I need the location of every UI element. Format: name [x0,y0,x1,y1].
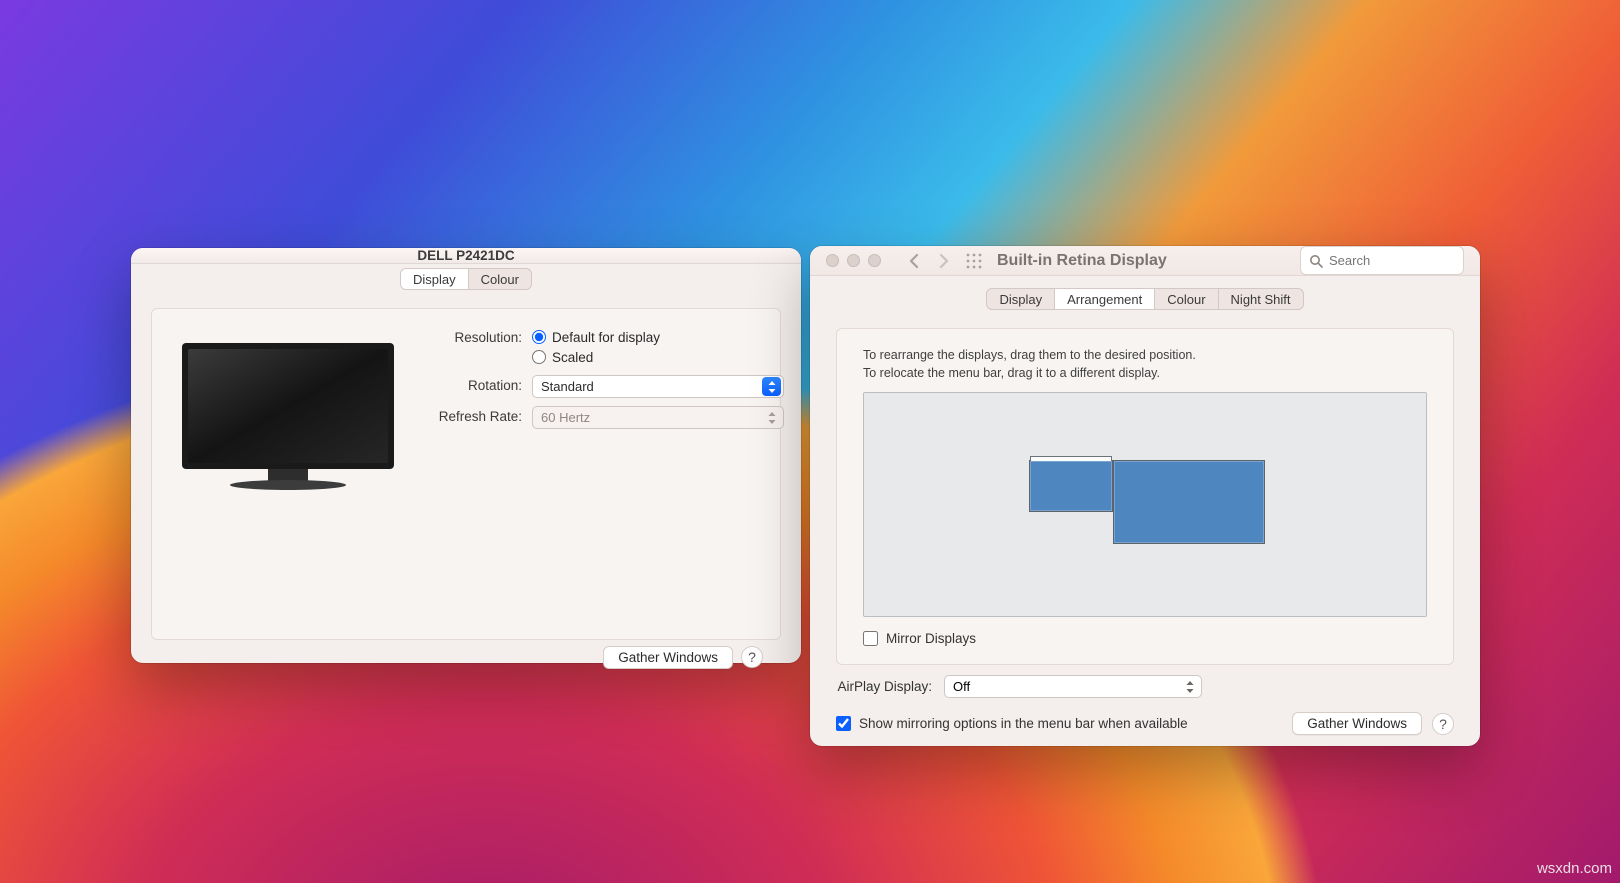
arrangement-box: To rearrange the displays, drag them to … [836,328,1454,665]
display-tile-1[interactable] [1029,460,1113,512]
lower-panel: AirPlay Display: Off [810,675,1480,712]
tabs-wrap: Display Arrangement Colour Night Shift [836,288,1454,310]
refresh-value: 60 Hertz [541,410,590,425]
display-tile-2[interactable] [1113,460,1265,544]
close-icon[interactable] [826,254,839,267]
airplay-value: Off [953,679,970,694]
minimize-icon[interactable] [847,254,860,267]
zoom-icon[interactable] [868,254,881,267]
titlebar[interactable]: DELL P2421DC [131,248,801,264]
hint-line-1: To rearrange the displays, drag them to … [863,347,1427,365]
radio-default-input[interactable] [532,330,546,344]
radio-scaled-input[interactable] [532,350,546,364]
mirror-displays-label: Mirror Displays [886,631,976,646]
label-rotation: Rotation: [416,375,532,393]
tab-colour[interactable]: Colour [468,269,531,289]
window-external-display: DELL P2421DC Display Colour [131,248,801,663]
rotation-select[interactable]: Standard [532,375,784,398]
show-mirroring-label: Show mirroring options in the menu bar w… [859,716,1188,731]
gather-windows-button[interactable]: Gather Windows [603,646,733,669]
tabs-segmented: Display Colour [400,268,532,290]
footer: Show mirroring options in the menu bar w… [810,712,1480,751]
mirror-displays-input[interactable] [863,631,878,646]
radio-scaled-label: Scaled [552,350,593,365]
form: Resolution: Default for display Scaled [416,325,784,621]
stepper-icon [762,377,781,396]
window-title: DELL P2421DC [417,248,514,263]
window-builtin-display: Built-in Retina Display Display Arrangem… [810,246,1480,746]
window-body: Display Arrangement Colour Night Shift T… [810,276,1480,675]
radio-scaled[interactable]: Scaled [532,347,784,367]
label-refresh: Refresh Rate: [416,406,532,424]
tab-display[interactable]: Display [401,269,468,289]
arrangement-arena[interactable] [863,392,1427,617]
search-field[interactable] [1300,246,1464,275]
settings-box: Resolution: Default for display Scaled [151,308,781,640]
radio-default-label: Default for display [552,330,660,345]
tab-colour[interactable]: Colour [1154,289,1217,309]
radio-default-for-display[interactable]: Default for display [532,327,784,347]
help-button[interactable]: ? [741,646,763,668]
toolbar[interactable]: Built-in Retina Display [810,246,1480,276]
menubar-handle[interactable] [1030,456,1112,461]
rotation-value: Standard [541,379,594,394]
mirror-displays-checkbox[interactable]: Mirror Displays [863,631,1427,646]
footer: Gather Windows ? [151,640,781,681]
traffic-lights [826,254,881,267]
stepper-icon [1180,677,1199,696]
airplay-select[interactable]: Off [944,675,1202,698]
show-mirroring-input[interactable] [836,716,851,731]
stepper-icon [762,408,781,427]
monitor-illustration [182,343,394,491]
back-button[interactable] [903,249,925,273]
show-mirroring-checkbox[interactable]: Show mirroring options in the menu bar w… [836,716,1188,731]
airplay-row: AirPlay Display: Off [836,675,1454,698]
window-body: Display Colour [131,264,801,687]
label-resolution: Resolution: [416,327,532,345]
tab-display[interactable]: Display [987,289,1054,309]
window-title: Built-in Retina Display [997,252,1167,270]
gather-windows-button[interactable]: Gather Windows [1292,712,1422,735]
tab-night-shift[interactable]: Night Shift [1218,289,1303,309]
search-input[interactable] [1329,253,1455,268]
tab-arrangement[interactable]: Arrangement [1054,289,1154,309]
watermark: wsxdn.com [1537,860,1612,877]
hint-line-2: To relocate the menu bar, drag it to a d… [863,365,1427,383]
tabs-segmented: Display Arrangement Colour Night Shift [986,288,1303,310]
refresh-select: 60 Hertz [532,406,784,429]
help-button[interactable]: ? [1432,713,1454,735]
tabs-wrap: Display Colour [151,281,781,303]
label-airplay: AirPlay Display: [836,679,932,694]
forward-button [933,249,955,273]
search-icon [1309,254,1323,268]
show-all-button[interactable] [963,249,985,273]
